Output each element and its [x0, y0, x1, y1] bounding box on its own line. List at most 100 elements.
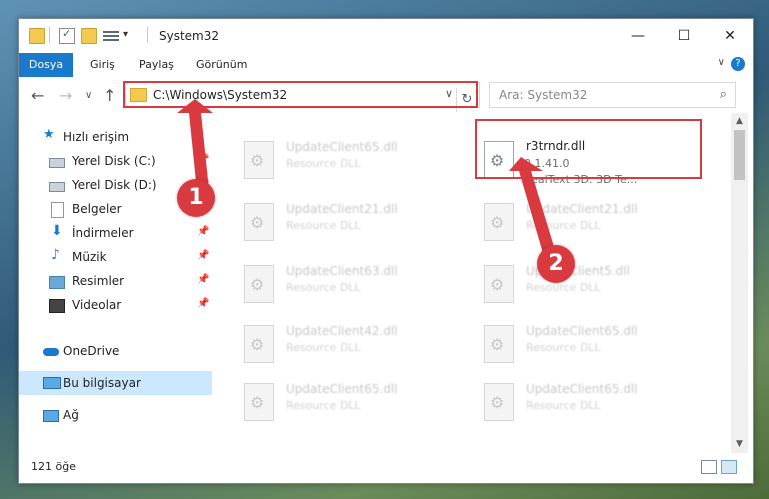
- network-icon: [43, 410, 59, 422]
- file-item[interactable]: UpdateClient63.dll Resource DLL: [236, 261, 466, 307]
- maximize-button[interactable]: ☐: [661, 19, 707, 53]
- expand-ribbon-icon[interactable]: ∨: [718, 57, 725, 68]
- dll-file-icon: [484, 325, 514, 363]
- toolbar-separator: [147, 27, 148, 43]
- file-item[interactable]: UpdateClient65.dll Resource DLL: [236, 137, 466, 183]
- nav-item-this-pc[interactable]: Bu bilgisayar: [19, 371, 212, 395]
- nav-item-label: Resimler: [72, 274, 125, 288]
- nav-item-label: Hızlı erişim: [63, 130, 130, 144]
- details-view-icon[interactable]: [701, 460, 717, 474]
- pin-icon: 📌: [197, 274, 210, 285]
- recent-locations-icon[interactable]: ∨: [85, 90, 92, 101]
- back-arrow-icon[interactable]: ←: [31, 86, 44, 105]
- item-count: 121 öğe: [31, 460, 76, 473]
- nav-item-network[interactable]: Ağ: [19, 403, 212, 427]
- nav-item-music[interactable]: ♪ Müzik 📌: [19, 245, 212, 269]
- cloud-icon: [43, 348, 59, 356]
- file-item[interactable]: UpdateClient65.dll Resource DLL: [476, 321, 706, 367]
- large-icons-view-icon[interactable]: [721, 460, 737, 474]
- pin-icon: 📌: [197, 298, 210, 309]
- nav-item-label: Belgeler: [72, 202, 122, 216]
- address-row: ← → ∨ ↑ C:\Windows\System32 ∨ ↻ Ara: Sys…: [19, 77, 753, 113]
- file-description: Resource DLL: [526, 341, 601, 354]
- forward-arrow-icon[interactable]: →: [59, 86, 72, 105]
- dll-file-icon: [244, 325, 274, 363]
- nav-item-label: OneDrive: [63, 344, 120, 358]
- status-bar: 121 öğe: [19, 453, 753, 483]
- ribbon-tabs: Dosya Giriş Paylaş Görünüm ∨ ?: [19, 53, 753, 78]
- download-icon: ⬇: [51, 223, 63, 239]
- pin-icon: 📌: [197, 250, 210, 261]
- file-item[interactable]: UpdateClient42.dll Resource DLL: [236, 321, 466, 367]
- scroll-thumb[interactable]: [734, 130, 745, 180]
- file-name: UpdateClient65.dll: [526, 382, 638, 396]
- file-name: UpdateClient65.dll: [526, 324, 638, 338]
- dll-file-icon: [244, 203, 274, 241]
- dll-file-icon: [244, 265, 274, 303]
- dll-file-icon: [484, 383, 514, 421]
- nav-item-label: Videolar: [72, 298, 122, 312]
- annotation-badge-1: 1: [177, 179, 215, 217]
- search-box[interactable]: Ara: System32 ⌕: [489, 82, 736, 108]
- pin-icon: 📌: [197, 226, 210, 237]
- file-description: Resource DLL: [526, 399, 601, 412]
- disk-icon: [49, 158, 65, 168]
- scroll-down-icon[interactable]: ▼: [731, 436, 748, 453]
- folder-icon: [29, 28, 45, 44]
- pictures-icon: [49, 276, 65, 289]
- file-item[interactable]: UpdateClient21.dll Resource DLL: [236, 199, 466, 245]
- tab-view[interactable]: Görünüm: [196, 53, 247, 77]
- scroll-up-icon[interactable]: ▲: [731, 113, 748, 130]
- file-name: UpdateClient42.dll: [286, 324, 398, 338]
- disk-icon: [49, 182, 65, 192]
- close-button[interactable]: ✕: [707, 19, 753, 53]
- videos-icon: [49, 299, 65, 313]
- file-description: Resource DLL: [286, 341, 361, 354]
- tab-share[interactable]: Paylaş: [139, 53, 174, 77]
- annotation-badge-2: 2: [537, 245, 575, 283]
- nav-item-label: Yerel Disk (D:): [72, 178, 157, 192]
- dll-file-icon: [244, 141, 274, 179]
- music-icon: ♪: [51, 247, 60, 263]
- document-icon: [51, 202, 64, 218]
- tab-file[interactable]: Dosya: [19, 53, 73, 77]
- computer-icon: [43, 377, 61, 389]
- search-icon[interactable]: ⌕: [720, 87, 727, 102]
- nav-item-label: Yerel Disk (C:): [72, 154, 156, 168]
- new-folder-icon[interactable]: [81, 28, 97, 44]
- file-name: UpdateClient65.dll: [286, 382, 398, 396]
- explorer-window: ▾ System32 — ☐ ✕ Dosya Giriş Paylaş Görü…: [18, 18, 754, 484]
- star-icon: ★: [43, 127, 55, 142]
- file-name: UpdateClient21.dll: [286, 202, 398, 216]
- dll-file-icon: [244, 383, 274, 421]
- help-icon[interactable]: ?: [731, 57, 745, 71]
- file-description: Resource DLL: [286, 281, 361, 294]
- properties-check-icon[interactable]: [59, 27, 75, 44]
- minimize-button[interactable]: —: [615, 19, 661, 53]
- nav-item-label: Müzik: [72, 250, 107, 264]
- nav-item-label: Bu bilgisayar: [63, 376, 141, 390]
- file-description: Resource DLL: [526, 281, 601, 294]
- nav-item-label: İndirmeler: [72, 226, 134, 240]
- nav-item-onedrive[interactable]: OneDrive: [19, 339, 212, 363]
- nav-item-videos[interactable]: Videolar 📌: [19, 293, 212, 317]
- file-item[interactable]: UpdateClient65.dll Resource DLL: [476, 379, 706, 425]
- customize-list-icon[interactable]: [103, 29, 119, 41]
- file-item[interactable]: UpdateClient65.dll Resource DLL: [236, 379, 466, 425]
- title-bar: ▾ System32 — ☐ ✕: [19, 19, 753, 53]
- vertical-scrollbar[interactable]: ▲ ▼: [731, 113, 748, 453]
- tab-home[interactable]: Giriş: [90, 53, 115, 77]
- file-description: Resource DLL: [286, 399, 361, 412]
- nav-item-pictures[interactable]: Resimler 📌: [19, 269, 212, 293]
- file-name: UpdateClient63.dll: [286, 264, 398, 278]
- toolbar-separator: [49, 27, 50, 43]
- file-name: UpdateClient65.dll: [286, 140, 398, 154]
- quick-access-dropdown-icon[interactable]: ▾: [123, 29, 128, 40]
- search-input[interactable]: Ara: System32: [499, 88, 587, 102]
- file-description: Resource DLL: [286, 157, 361, 170]
- nav-item-label: Ağ: [63, 408, 79, 422]
- nav-item-downloads[interactable]: ⬇ İndirmeler 📌: [19, 221, 212, 245]
- file-description: Resource DLL: [286, 219, 361, 232]
- up-arrow-icon[interactable]: ↑: [103, 86, 116, 105]
- window-title: System32: [159, 29, 220, 43]
